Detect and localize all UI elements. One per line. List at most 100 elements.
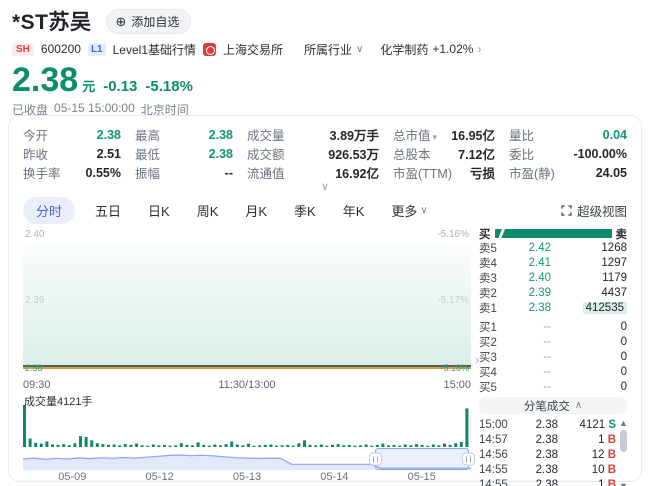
stat-label: 市盈(TTM) xyxy=(393,163,452,182)
stat-value: -- xyxy=(225,166,233,180)
book-price: 2.42 xyxy=(505,242,555,254)
header: *ST苏吴 ⊕ 添加自选 SH 600200 L1 Level1基础行情 上海交… xyxy=(0,0,650,118)
navigator-selection[interactable] xyxy=(375,448,469,470)
book-volume: 0 xyxy=(555,381,627,393)
chart-and-book: 2.40 -5.16% 2.39 -5.17% 2.38 -5.18% 09:3… xyxy=(23,227,627,486)
tick-rows: 15:002.384121 S14:572.381 B14:562.3812 B… xyxy=(479,417,627,486)
super-view-button[interactable]: 超级视图 xyxy=(561,201,627,220)
buy-levels: 买1--0买2--0买3--0买4--0买5--0 xyxy=(479,319,627,394)
tab-monthly-k[interactable]: 月K xyxy=(245,201,267,220)
tick-volume: 10 B xyxy=(558,464,616,476)
stat-value: 0.04 xyxy=(603,128,627,142)
chevron-down-icon: ∨ xyxy=(420,205,427,216)
avg-price-line xyxy=(23,367,471,369)
industry-change: +1.02% xyxy=(432,42,473,56)
buy-row: 买5--0 xyxy=(479,379,627,394)
stat-pair: 总市值▾16.95亿 xyxy=(393,125,509,144)
current-price: 2.38 xyxy=(12,63,78,97)
book-level-label: 买5 xyxy=(479,379,505,395)
level1-badge: L1 xyxy=(88,43,106,56)
industry-dropdown-label: 所属行业 xyxy=(304,41,352,58)
tick-row: 14:562.3812 B xyxy=(479,447,627,462)
book-price: 2.39 xyxy=(505,287,555,299)
volume-label: 成交量4121手 xyxy=(24,393,92,409)
fullscreen-corners-icon xyxy=(561,205,572,216)
book-level-label: 卖2 xyxy=(479,285,505,301)
navigator-date-label: 05-14 xyxy=(320,471,348,483)
stock-quote-page: *ST苏吴 ⊕ 添加自选 SH 600200 L1 Level1基础行情 上海交… xyxy=(0,0,650,486)
stat-label: 昨收 xyxy=(23,144,48,163)
navigator-right-handle[interactable] xyxy=(462,453,475,466)
super-view-label: 超级视图 xyxy=(577,201,627,220)
stat-value: 2.38 xyxy=(209,147,233,161)
tick-scrollbar[interactable]: ▲ ▼ xyxy=(618,417,629,486)
tab-quarterly-k[interactable]: 季K xyxy=(294,201,316,220)
scroll-up-icon[interactable]: ▲ xyxy=(618,418,629,428)
stat-value: -100.00% xyxy=(573,147,627,161)
tab-more[interactable]: 更多 ∨ xyxy=(391,201,427,220)
stat-label: 量比 xyxy=(509,125,534,144)
book-price: 2.38 xyxy=(505,302,555,314)
stat-value: 0.55% xyxy=(86,166,121,180)
scroll-down-icon[interactable]: ▼ xyxy=(618,481,629,486)
buy-row: 买4--0 xyxy=(479,364,627,379)
navigator-dates: 05-0905-1205-1305-1405-15 xyxy=(23,470,471,485)
stat-pair: 流通值16.92亿 xyxy=(247,163,393,182)
dropdown-triangle-icon[interactable]: ▾ xyxy=(433,132,438,142)
chart-area[interactable]: 2.40 -5.16% 2.39 -5.17% 2.38 -5.18% 09:3… xyxy=(23,227,471,486)
tick-list: 15:002.384121 S14:572.381 B14:562.3812 B… xyxy=(479,417,627,486)
stat-label: 成交额 xyxy=(247,144,285,163)
book-volume: 0 xyxy=(555,366,627,378)
book-volume: 1268 xyxy=(555,242,627,254)
industry-link[interactable]: 化学制药 +1.02% › xyxy=(380,41,481,58)
book-volume: 0 xyxy=(555,336,627,348)
tick-list-header[interactable]: 分笔成交 ∧ xyxy=(479,397,627,414)
book-price: -- xyxy=(505,321,555,333)
time-axis: 09:30 11:30/13:00 15:00 xyxy=(23,377,471,393)
tab-yearly-k[interactable]: 年K xyxy=(343,201,365,220)
navigator-left-handle[interactable] xyxy=(369,453,382,466)
add-watchlist-button[interactable]: ⊕ 添加自选 xyxy=(106,9,192,34)
stat-label: 委比 xyxy=(509,144,534,163)
tab-daily-k[interactable]: 日K xyxy=(148,201,170,220)
scrollbar-thumb[interactable] xyxy=(620,430,627,452)
navigator-date-label: 05-15 xyxy=(408,471,436,483)
stat-pair: 成交额926.53万 xyxy=(247,144,393,163)
tab-5day[interactable]: 五日 xyxy=(95,201,121,220)
book-level-label: 买2 xyxy=(479,334,505,350)
exchange-badge: SH xyxy=(12,43,34,56)
tick-price: 2.38 xyxy=(515,434,558,446)
stat-pair: 换手率0.55% xyxy=(23,163,135,182)
tick-row: 14:572.381 B xyxy=(479,432,627,447)
current-pct-axis-label: -5.18% xyxy=(440,363,469,373)
time-axis-open: 09:30 xyxy=(23,379,51,391)
quote-card: 今开2.38最高2.38成交量3.89万手总市值▾16.95亿量比0.04昨收2… xyxy=(8,115,642,482)
industry-dropdown[interactable]: 所属行业 ∨ xyxy=(304,41,363,58)
book-level-label: 买1 xyxy=(479,319,505,335)
book-price: -- xyxy=(505,351,555,363)
tab-minute[interactable]: 分时 xyxy=(23,197,75,224)
stat-label: 振幅 xyxy=(135,163,160,182)
stat-pair: 市盈(TTM)亏损 xyxy=(393,163,509,182)
stats-expand-button[interactable]: ∨ xyxy=(23,182,627,195)
book-level-label: 卖5 xyxy=(479,240,505,256)
tick-price: 2.38 xyxy=(515,479,558,486)
tick-time: 15:00 xyxy=(479,419,515,431)
stat-pair: 量比 0.04 xyxy=(509,125,627,144)
book-price: -- xyxy=(505,366,555,378)
tick-volume: 12 B xyxy=(558,449,616,461)
price-change-pct: -5.18% xyxy=(145,78,193,95)
volume-chart: 成交量4121手 xyxy=(23,393,471,447)
sell-label: 卖 xyxy=(616,226,628,242)
sell-row: 卖32.401179 xyxy=(479,270,627,285)
tab-more-label: 更多 xyxy=(391,201,417,220)
stat-label: 今开 xyxy=(23,125,48,144)
tab-weekly-k[interactable]: 周K xyxy=(197,201,219,220)
industry-name: 化学制药 xyxy=(380,41,428,58)
tick-time: 14:55 xyxy=(479,479,515,486)
book-price: -- xyxy=(505,381,555,393)
stat-pair: 市盈(静)24.05 xyxy=(509,163,627,182)
stat-value: 2.38 xyxy=(209,128,233,142)
stat-value: 24.05 xyxy=(596,166,627,180)
time-axis-close: 15:00 xyxy=(443,379,471,391)
